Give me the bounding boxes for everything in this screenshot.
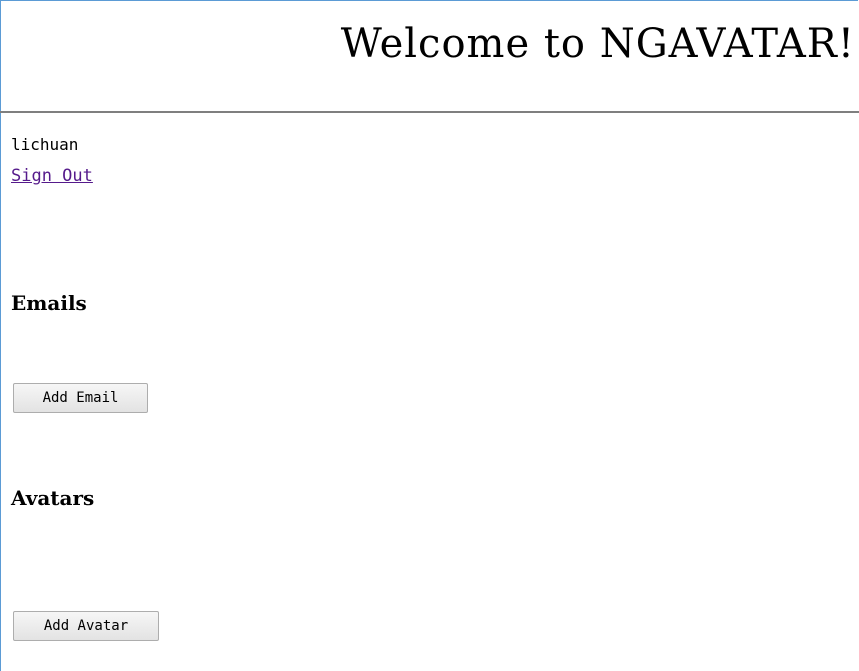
add-avatar-button[interactable]: Add Avatar [13, 611, 159, 641]
username-label: lichuan [11, 135, 79, 154]
avatars-heading: Avatars [11, 486, 95, 510]
page-title: Welcome to NGAVATAR! [340, 21, 855, 67]
header-divider [0, 111, 859, 113]
sign-out-link[interactable]: Sign Out [11, 165, 93, 187]
add-email-button[interactable]: Add Email [13, 383, 148, 413]
page-frame [0, 0, 858, 671]
emails-heading: Emails [11, 291, 87, 315]
